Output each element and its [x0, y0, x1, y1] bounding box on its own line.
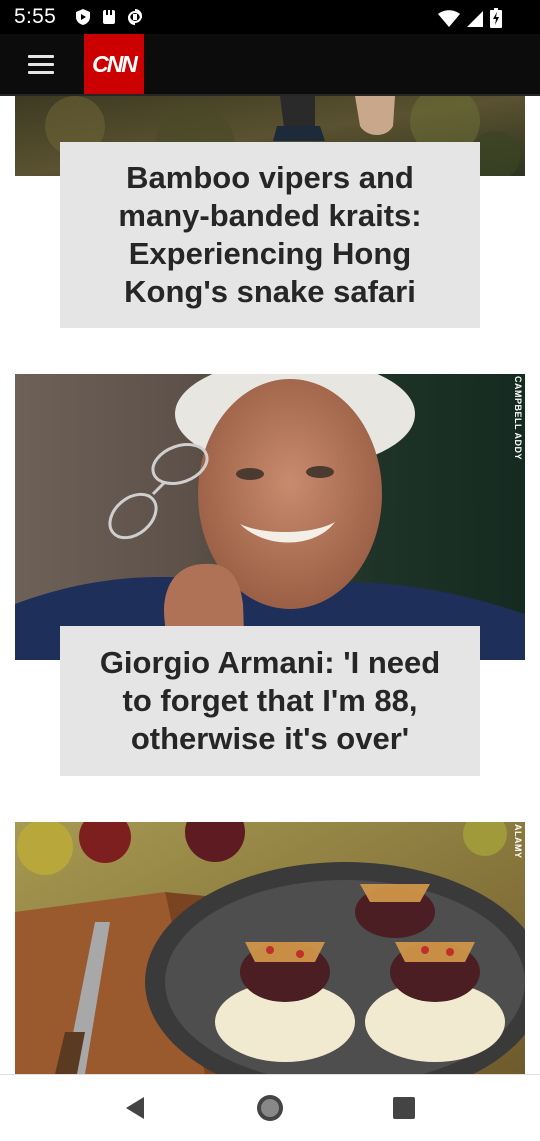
article-headline[interactable]: Giorgio Armani: 'I need to forget that I…: [86, 644, 454, 758]
headline-box[interactable]: Giorgio Armani: 'I need to forget that I…: [60, 626, 480, 776]
sim-transfer-icon: [128, 9, 142, 25]
article-image[interactable]: ALAMY: [15, 822, 525, 1074]
hamburger-menu-icon[interactable]: [24, 48, 58, 80]
food-dish-photo: [15, 822, 525, 1074]
app-header: CNN: [0, 34, 540, 96]
article-feed[interactable]: Bamboo vipers and many-banded kraits: Ex…: [0, 96, 540, 1074]
status-time: 5:55: [14, 5, 57, 28]
article-image[interactable]: CAMPBELL ADDY: [15, 374, 525, 660]
cell-signal-icon: [467, 11, 483, 27]
cnn-logo[interactable]: CNN: [84, 34, 144, 94]
status-bar: 5:55: [0, 0, 540, 34]
photo-credit: CAMPBELL ADDY: [513, 376, 523, 461]
headline-box[interactable]: Bamboo vipers and many-banded kraits: Ex…: [60, 142, 480, 328]
logo-text: CNN: [92, 50, 138, 77]
status-icons-right: [438, 8, 502, 28]
battery-charging-icon: [490, 8, 502, 28]
recents-icon[interactable]: [384, 1091, 424, 1125]
shield-play-icon: [76, 9, 90, 25]
cloud-save-icon: [103, 10, 115, 24]
back-icon[interactable]: [116, 1091, 156, 1125]
wifi-icon: [438, 10, 460, 27]
giorgio-armani-photo: [15, 374, 525, 660]
article-headline[interactable]: Bamboo vipers and many-banded kraits: Ex…: [86, 159, 454, 311]
status-icons-left: [74, 8, 144, 26]
photo-credit: ALAMY: [513, 824, 523, 859]
home-icon[interactable]: [250, 1091, 290, 1125]
navigation-bar: [0, 1074, 540, 1141]
